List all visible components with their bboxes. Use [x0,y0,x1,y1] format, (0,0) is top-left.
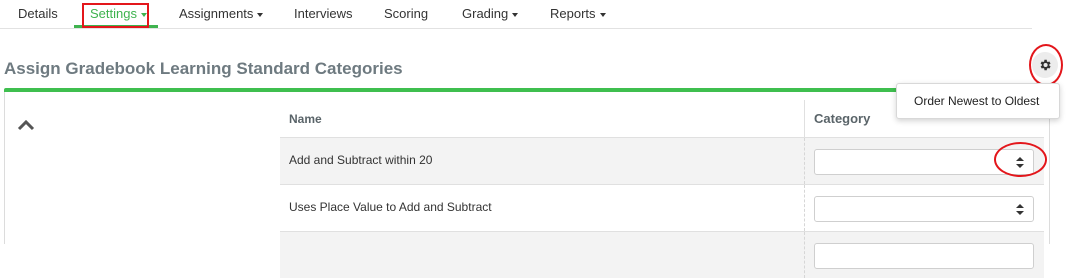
table-row: Add and Subtract within 20 [280,137,1044,184]
tab-label: Interviews [294,6,353,21]
caret-down-icon [257,12,264,17]
tab-assignments[interactable]: Assignments [179,6,264,21]
column-divider [804,185,805,231]
gear-icon [1040,59,1051,71]
category-select[interactable] [814,243,1034,269]
table-row: Uses Place Value to Add and Subtract [280,184,1044,231]
tab-details[interactable]: Details [18,6,58,21]
column-header-name: Name [289,112,322,126]
category-select[interactable] [814,196,1034,222]
tab-label: Settings [90,6,137,21]
column-divider [804,100,805,137]
tab-reports[interactable]: Reports [550,6,606,21]
caret-down-icon [140,12,147,17]
page-title: Assign Gradebook Learning Standard Categ… [4,59,403,78]
column-divider [804,232,805,278]
sort-updown-icon [1016,204,1024,215]
tab-label: Reports [550,6,596,21]
standard-name: Uses Place Value to Add and Subtract [289,200,492,214]
category-select[interactable] [814,149,1034,175]
caret-down-icon [512,12,519,17]
tab-label: Details [18,6,58,21]
chevron-up-icon[interactable] [16,118,36,132]
nav-tabs: Details Settings Assignments Interviews … [0,0,1032,29]
table-row [280,231,1044,278]
tab-grading[interactable]: Grading [462,6,519,21]
settings-gear-button[interactable] [1032,52,1058,78]
standard-name: Add and Subtract within 20 [289,153,433,167]
menu-item-order-newest[interactable]: Order Newest to Oldest [914,94,1039,108]
caret-down-icon [599,12,606,17]
sort-updown-icon [1016,157,1024,168]
settings-dropdown-menu: Order Newest to Oldest [896,83,1060,119]
tab-settings[interactable]: Settings [90,6,147,21]
column-divider [804,138,805,184]
tab-label: Assignments [179,6,254,21]
tab-scoring[interactable]: Scoring [384,6,428,21]
column-header-category: Category [814,111,871,126]
tab-interviews[interactable]: Interviews [294,6,353,21]
tab-label: Scoring [384,6,429,21]
active-tab-indicator [74,25,158,28]
standards-table: Name Category Add and Subtract within 20… [280,100,1044,278]
tab-label: Grading [462,6,509,21]
